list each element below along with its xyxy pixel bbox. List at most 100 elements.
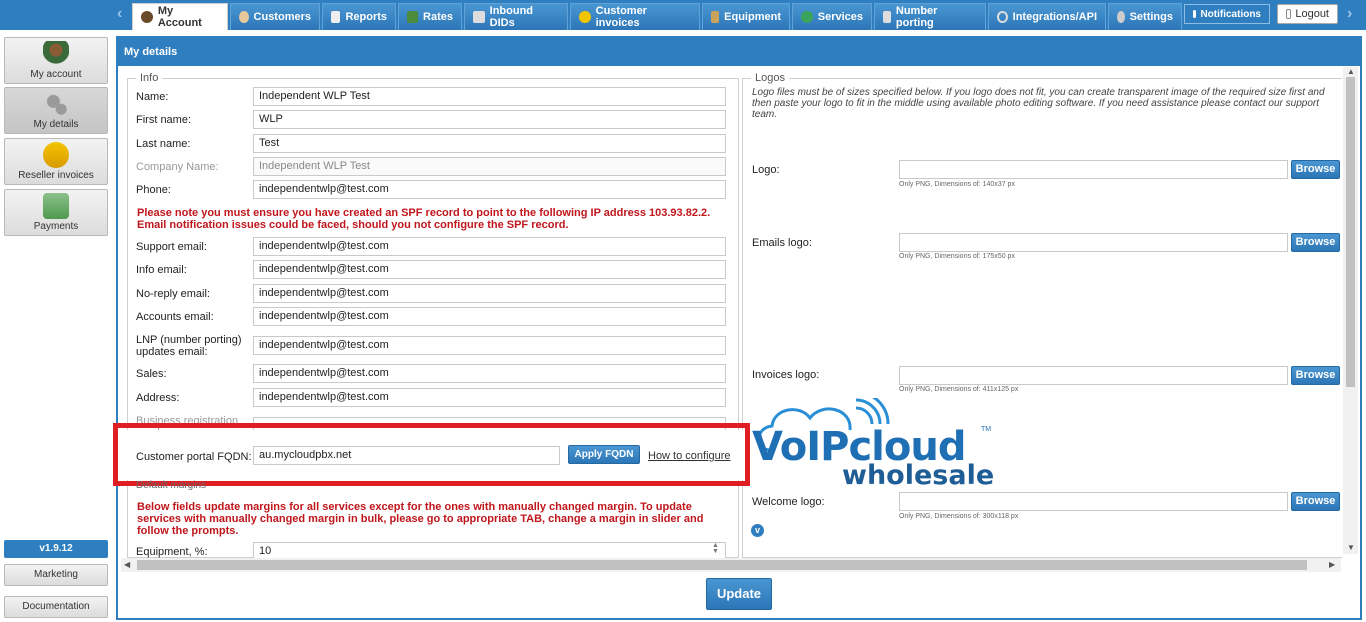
- voipcloud-logo: VoIPcloud TM wholesale: [752, 390, 995, 493]
- tab-services[interactable]: Services: [792, 3, 872, 30]
- invoice-icon: [579, 11, 591, 23]
- customers-icon: [239, 11, 249, 23]
- page-title: My details: [118, 38, 1360, 66]
- support-email-input[interactable]: independentwlp@test.com: [253, 237, 726, 256]
- sidebar: My account My details Reseller invoices …: [0, 30, 116, 622]
- support-email-label: Support email:: [136, 241, 207, 253]
- spf-warning: Please note you must ensure you have cre…: [137, 207, 711, 231]
- logout-button[interactable]: Logout: [1277, 4, 1338, 24]
- logo-hint: Only PNG, Dimensions of: 140x37 px: [899, 181, 1015, 188]
- equipment-icon: [711, 11, 720, 23]
- tab-inbound-dids[interactable]: Inbound DIDs: [464, 3, 568, 30]
- tab-equipment[interactable]: Equipment: [702, 3, 790, 30]
- horizontal-scroll-thumb[interactable]: [137, 560, 1307, 570]
- tab-rates[interactable]: Rates: [398, 3, 462, 30]
- emails-logo-browse-button[interactable]: Browse: [1291, 233, 1340, 252]
- mail-icon: [1193, 10, 1197, 18]
- name-input[interactable]: Independent WLP Test: [253, 87, 726, 106]
- expand-chevron-icon[interactable]: v: [751, 524, 764, 537]
- voipcloud-trademark: TM: [981, 426, 992, 433]
- emails-logo-file-input[interactable]: [899, 233, 1288, 252]
- company-name-input: Independent WLP Test: [253, 157, 726, 176]
- sales-input[interactable]: independentwlp@test.com: [253, 364, 726, 383]
- sidebar-item-payments[interactable]: Payments: [4, 189, 108, 236]
- invoices-logo-label: Invoices logo:: [752, 369, 820, 381]
- company-name-label: Company Name:: [136, 161, 219, 173]
- scroll-up-icon[interactable]: ▲: [1347, 67, 1355, 76]
- payment-icon: [43, 193, 69, 219]
- emails-logo-label: Emails logo:: [752, 237, 812, 249]
- emails-logo-hint: Only PNG, Dimensions of: 175x50 px: [899, 253, 1015, 260]
- sidebar-item-my-details[interactable]: My details: [4, 87, 108, 134]
- lnp-email-label: LNP (number porting) updates email:: [136, 334, 242, 358]
- tab-customers[interactable]: Customers: [230, 3, 320, 30]
- welcome-logo-label: Welcome logo:: [752, 496, 825, 508]
- margins-warning: Below fields update margins for all serv…: [137, 501, 704, 537]
- report-icon: [331, 11, 341, 23]
- accounts-email-input[interactable]: independentwlp@test.com: [253, 307, 726, 326]
- accounts-email-label: Accounts email:: [136, 311, 214, 323]
- user-icon: [141, 11, 153, 23]
- marketing-button[interactable]: Marketing: [4, 564, 108, 586]
- first-name-input[interactable]: WLP: [253, 110, 726, 129]
- vertical-scroll-thumb[interactable]: [1346, 77, 1355, 387]
- sidebar-item-my-account[interactable]: My account: [4, 37, 108, 84]
- gears-icon: [43, 91, 69, 117]
- info-legend: Info: [136, 72, 163, 84]
- user-avatar-icon: [43, 41, 69, 67]
- top-navigation: ‹ My Account Customers Reports Rates Inb…: [0, 0, 1366, 30]
- notifications-button[interactable]: Notifications: [1184, 4, 1270, 24]
- wholesale-wordmark: wholesale: [842, 460, 995, 491]
- scroll-down-icon[interactable]: ▼: [1347, 543, 1355, 552]
- margins-legend: Default margins: [136, 480, 207, 491]
- last-name-input[interactable]: Test: [253, 134, 726, 153]
- tab-number-porting[interactable]: Number porting: [874, 3, 986, 30]
- invoices-logo-hint: Only PNG, Dimensions of: 411x125 px: [899, 386, 1019, 393]
- horizontal-scrollbar[interactable]: ◀ ▶: [121, 558, 1341, 572]
- update-button[interactable]: Update: [706, 578, 772, 610]
- no-reply-email-input[interactable]: independentwlp@test.com: [253, 284, 726, 303]
- nav-left-arrow-icon[interactable]: ‹: [117, 5, 122, 23]
- nav-right-arrow-icon[interactable]: ›: [1347, 5, 1352, 23]
- scroll-right-icon[interactable]: ▶: [1329, 560, 1335, 569]
- fqdn-highlight-box: [113, 423, 750, 486]
- logo-file-input[interactable]: [899, 160, 1288, 179]
- address-input[interactable]: independentwlp@test.com: [253, 388, 726, 407]
- porting-icon: [883, 11, 891, 23]
- invoices-logo-browse-button[interactable]: Browse: [1291, 366, 1340, 385]
- gear-icon: [1117, 11, 1125, 23]
- inbound-icon: [473, 11, 485, 23]
- documentation-button[interactable]: Documentation: [4, 596, 108, 618]
- tab-customer-invoices[interactable]: Customer invoices: [570, 3, 700, 30]
- scroll-left-icon[interactable]: ◀: [124, 560, 130, 569]
- logout-icon: [1286, 9, 1292, 19]
- first-name-label: First name:: [136, 114, 192, 126]
- vertical-scrollbar[interactable]: ▲ ▼: [1343, 67, 1358, 554]
- phone-input[interactable]: independentwlp@test.com: [253, 180, 726, 199]
- info-email-label: Info email:: [136, 264, 187, 276]
- rates-icon: [407, 11, 419, 23]
- tab-integrations-api[interactable]: Integrations/API: [988, 3, 1106, 30]
- sales-label: Sales:: [136, 368, 167, 380]
- name-label: Name:: [136, 91, 169, 103]
- logo-browse-button[interactable]: Browse: [1291, 160, 1340, 179]
- phone-label: Phone:: [136, 184, 171, 196]
- tab-reports[interactable]: Reports: [322, 3, 396, 30]
- no-reply-email-label: No-reply email:: [136, 288, 210, 300]
- logos-legend: Logos: [751, 72, 789, 84]
- equipment-margin-label: Equipment, %:: [136, 546, 208, 558]
- tab-settings[interactable]: Settings: [1108, 3, 1182, 30]
- lnp-email-input[interactable]: independentwlp@test.com: [253, 336, 726, 355]
- sidebar-item-reseller-invoices[interactable]: Reseller invoices: [4, 138, 108, 185]
- coins-icon: [43, 142, 69, 168]
- welcome-logo-file-input[interactable]: [899, 492, 1288, 511]
- services-icon: [801, 11, 813, 23]
- welcome-logo-browse-button[interactable]: Browse: [1291, 492, 1340, 511]
- api-icon: [997, 11, 1008, 23]
- version-badge: v1.9.12: [4, 540, 108, 558]
- invoices-logo-file-input[interactable]: [899, 366, 1288, 385]
- info-email-input[interactable]: independentwlp@test.com: [253, 260, 726, 279]
- spinner-arrows-icon[interactable]: ▲ ▼: [712, 542, 719, 555]
- tab-my-account[interactable]: My Account: [132, 3, 228, 30]
- last-name-label: Last name:: [136, 138, 191, 150]
